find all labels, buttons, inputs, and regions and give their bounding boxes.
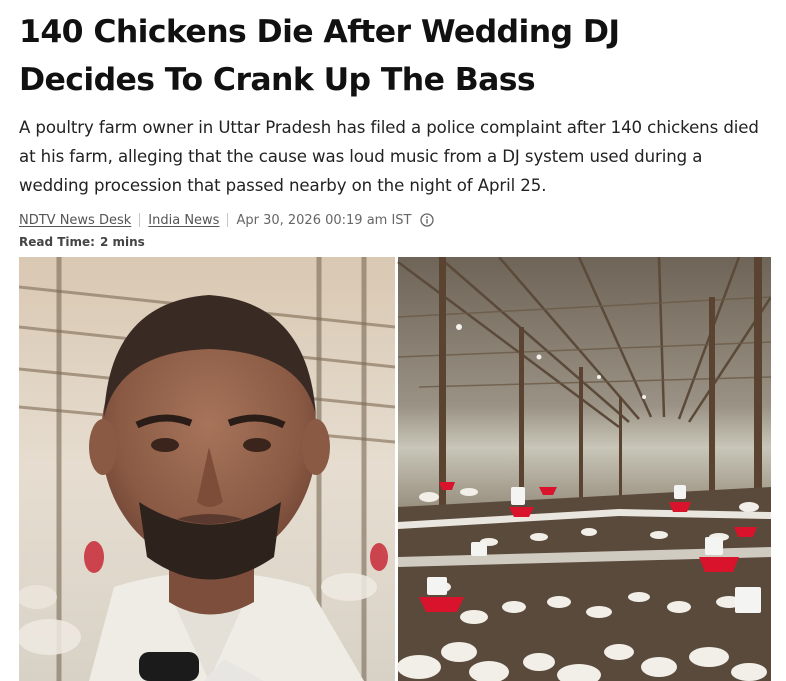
info-icon[interactable] (420, 213, 435, 227)
read-time: Read Time: 2 mins (19, 235, 771, 249)
category-link[interactable]: India News (148, 213, 219, 228)
author-link[interactable]: NDTV News Desk (19, 213, 131, 228)
headline-line-1: 140 Chickens Die After Wedding DJ (19, 14, 620, 50)
byline-divider (227, 213, 229, 227)
headline: 140 Chickens Die After Wedding DJ Decide… (19, 0, 771, 104)
publish-timestamp: Apr 30, 2026 00:19 am IST (236, 212, 412, 228)
headline-line-2: Decides To Crank Up The Bass (19, 62, 536, 98)
read-time-label: Read Time: (19, 235, 95, 249)
byline: NDTV News Desk India News Apr 30, 2026 0… (19, 210, 771, 230)
read-time-value: 2 mins (99, 235, 145, 249)
farm-owner-photo (19, 257, 396, 681)
poultry-shed-photo (397, 257, 771, 681)
article-summary: A poultry farm owner in Uttar Pradesh ha… (19, 118, 759, 195)
article-photo (19, 257, 771, 681)
byline-divider (139, 213, 141, 227)
article: 140 Chickens Die After Wedding DJ Decide… (19, 0, 771, 249)
